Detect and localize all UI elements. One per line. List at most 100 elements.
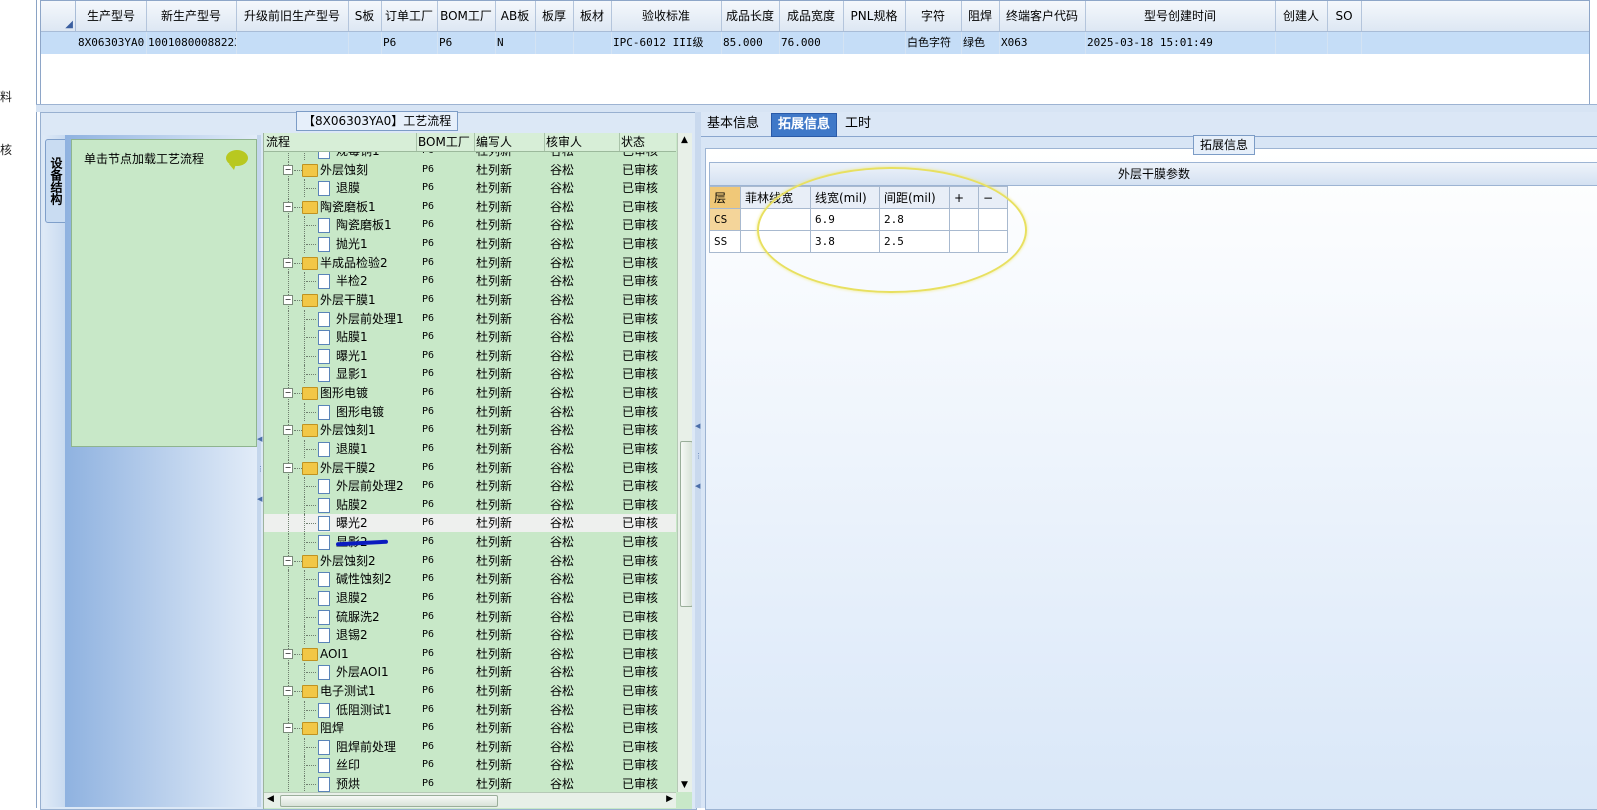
column-header[interactable]: 新生产型号 [146,1,237,31]
grid-cell[interactable] [535,32,574,54]
grid-cell[interactable]: P6 [381,32,438,54]
table-row[interactable]: 抛光1 P6 杜列新 谷松 已审核 [264,235,676,253]
tree-column-header[interactable]: 状态 [619,133,679,151]
column-header[interactable]: 阻焊 [961,1,1000,31]
grid-cell[interactable] [236,32,349,54]
table-row[interactable]: − 阻焊 P6 杜列新 谷松 已审核 [264,719,676,737]
table-row[interactable]: − 外层干膜2 P6 杜列新 谷松 已审核 [264,459,676,477]
grid-cell[interactable]: N [495,32,536,54]
grid-cell[interactable]: IPC-6012 III级 [611,32,722,54]
collapse-icon[interactable]: − [283,649,293,659]
column-header[interactable]: 升级前旧生产型号 [236,1,349,31]
grid-cell[interactable] [348,32,382,54]
table-row[interactable]: 显影2P6杜列新谷松已审核 [264,533,676,551]
tab-work-hours[interactable]: 工时 [839,113,877,135]
table-row[interactable]: 碱性蚀刻2 P6 杜列新 谷松 已审核 [264,570,676,588]
table-row[interactable]: 退膜2 P6 杜列新 谷松 已审核 [264,589,676,607]
column-header[interactable]: 终端客户代码 [999,1,1086,31]
table-row[interactable]: 低阻测试1 P6 杜列新 谷松 已审核 [264,701,676,719]
table-row[interactable]: 外层AOI1 P6 杜列新 谷松 已审核 [264,663,676,681]
tab-extended-info[interactable]: 拓展信息 [771,113,838,137]
column-header[interactable]: S板 [348,1,382,31]
table-row[interactable]: 丝印 P6 杜列新 谷松 已审核 [264,756,676,774]
tree-column-header[interactable]: 核审人 [544,133,620,151]
table-row[interactable]: − 外层蚀刻2 P6 杜列新 谷松 已审核 [264,552,676,570]
table-row[interactable]: 贴膜2 P6 杜列新 谷松 已审核 [264,496,676,514]
param-cell[interactable]: CS [709,208,741,231]
collapse-icon[interactable]: − [283,425,293,435]
collapse-icon[interactable]: − [283,556,293,566]
collapse-icon[interactable]: − [283,388,293,398]
scroll-up-icon[interactable]: ▲ [681,135,688,145]
grid-cell[interactable]: 10010800088223 [146,32,237,54]
table-row[interactable]: 外层前处理2 P6 杜列新 谷松 已审核 [264,477,676,495]
grid-cell[interactable]: 白色字符 [905,32,962,54]
horizontal-splitter[interactable] [36,104,1597,112]
table-row[interactable]: 规毒铜1 P6 杜列新 谷松 已审核 [264,152,676,160]
table-row[interactable]: 阻焊前处理 P6 杜列新 谷松 已审核 [264,738,676,756]
grid-cell[interactable]: 85.000 [721,32,780,54]
table-row[interactable]: 贴膜1 P6 杜列新 谷松 已审核 [264,328,676,346]
table-row[interactable]: − 外层蚀刻1 P6 杜列新 谷松 已审核 [264,421,676,439]
column-header[interactable]: 型号创建时间 [1085,1,1276,31]
column-header[interactable]: 字符 [905,1,962,31]
table-row[interactable]: 图形电镀 P6 杜列新 谷松 已审核 [264,403,676,421]
table-row[interactable]: − 外层干膜1 P6 杜列新 谷松 已审核 [264,291,676,309]
collapse-icon[interactable]: − [283,295,293,305]
grid-cell[interactable] [573,32,612,54]
table-row[interactable]: 退膜 P6 杜列新 谷松 已审核 [264,179,676,197]
table-row[interactable]: 半检2 P6 杜列新 谷松 已审核 [264,272,676,290]
scroll-left-icon[interactable]: ◀ [267,794,274,804]
table-row[interactable]: 陶瓷磨板1 P6 杜列新 谷松 已审核 [264,216,676,234]
param-cell[interactable]: SS [709,230,741,253]
table-row[interactable]: − 电子测试1 P6 杜列新 谷松 已审核 [264,682,676,700]
grid-cell[interactable] [1275,32,1328,54]
table-row[interactable]: 退锡2 P6 杜列新 谷松 已审核 [264,626,676,644]
column-header[interactable]: SO [1327,1,1362,31]
tree-column-header[interactable]: 编写人 [474,133,545,151]
table-row[interactable]: 曝光2 P6 杜列新 谷松 已审核 [264,514,676,532]
collapse-icon[interactable]: − [283,686,293,696]
grid-cell[interactable]: 8X06303YA0 [76,32,147,54]
panel-splitter[interactable]: ◀ ⋮ ◀ [257,135,264,807]
grid-cell[interactable] [843,32,906,54]
collapse-icon[interactable]: − [283,165,293,175]
table-row[interactable]: − 外层蚀刻 P6 杜列新 谷松 已审核 [264,161,676,179]
table-row[interactable]: 预烘 P6 杜列新 谷松 已审核 [264,775,676,792]
tab-basic-info[interactable]: 基本信息 [701,113,765,135]
grid-cell[interactable]: 76.000 [779,32,844,54]
collapse-icon[interactable]: − [283,723,293,733]
table-row[interactable]: − AOI1 P6 杜列新 谷松 已审核 [264,645,676,663]
column-header[interactable]: AB板 [495,1,536,31]
table-row[interactable]: 硫脲洗2 P6 杜列新 谷松 已审核 [264,608,676,626]
column-header[interactable]: 成品长度 [721,1,780,31]
grid-cell[interactable] [1327,32,1362,54]
column-header[interactable]: 创建人 [1275,1,1328,31]
column-header[interactable]: 生产型号 [76,1,147,31]
tree-column-header[interactable]: BOM工厂 [416,133,475,151]
table-row[interactable]: 显影1 P6 杜列新 谷松 已审核 [264,365,676,383]
collapse-icon[interactable]: − [283,463,293,473]
table-row[interactable]: 外层前处理1 P6 杜列新 谷松 已审核 [264,310,676,328]
grid-cell[interactable]: 绿色 [961,32,1000,54]
column-header[interactable]: 订单工厂 [381,1,438,31]
table-row[interactable]: − 图形电镀 P6 杜列新 谷松 已审核 [264,384,676,402]
grid-corner[interactable]: ◢ [41,1,76,31]
column-header[interactable]: 成品宽度 [779,1,844,31]
vertical-scrollbar[interactable]: ▲ ▼ [677,133,692,792]
collapse-icon[interactable]: − [283,258,293,268]
table-row[interactable]: 曝光1 P6 杜列新 谷松 已审核 [264,347,676,365]
scroll-thumb-horizontal[interactable] [280,795,498,807]
tree-column-header[interactable]: 流程 [264,133,417,151]
column-header[interactable]: 板厚 [535,1,574,31]
table-row[interactable]: 8X06303YA0 10010800088223 P6 P6 N IPC-6012 II… [41,32,1589,54]
column-header[interactable]: BOM工厂 [437,1,496,31]
grid-cell[interactable]: P6 [437,32,496,54]
horizontal-scrollbar[interactable]: ◀ ▶ [264,792,676,808]
column-header[interactable]: PNL规格 [843,1,906,31]
scroll-right-icon[interactable]: ▶ [666,794,673,804]
column-header[interactable]: 验收标准 [611,1,722,31]
scroll-down-icon[interactable]: ▼ [681,780,688,790]
scroll-thumb[interactable] [680,441,692,607]
table-row[interactable]: − 陶瓷磨板1 P6 杜列新 谷松 已审核 [264,198,676,216]
